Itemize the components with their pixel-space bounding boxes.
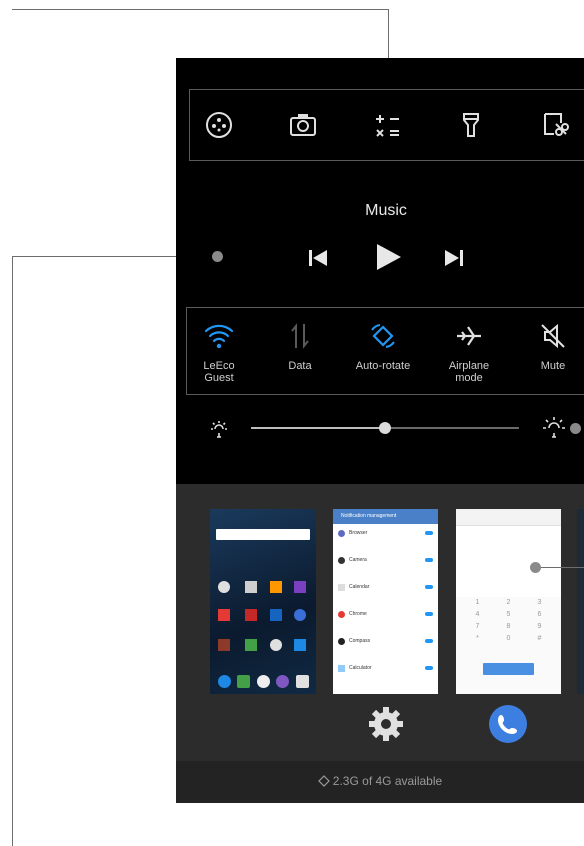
settings-gear-icon[interactable] bbox=[366, 704, 406, 744]
qs-mute-label: Mute bbox=[540, 360, 566, 372]
letv-app-icon bbox=[218, 609, 230, 621]
qs-data-label: Data bbox=[288, 360, 312, 372]
tools-app-icon bbox=[218, 639, 230, 651]
dial-call-button bbox=[483, 663, 534, 675]
mute-speaker-icon bbox=[541, 323, 565, 349]
wifi-icon bbox=[204, 324, 234, 349]
qs-auto-rotate-label: Auto-rotate bbox=[355, 360, 411, 372]
brightness-high-icon bbox=[543, 417, 565, 438]
airplane-icon bbox=[457, 326, 481, 346]
notif-app-title: Notification management bbox=[341, 513, 397, 519]
callout-dot-music bbox=[212, 251, 223, 262]
brightness-low-icon bbox=[211, 421, 227, 438]
dock-phone-icon bbox=[218, 675, 231, 688]
dial-key: 6 bbox=[537, 611, 542, 618]
dial-key: 2 bbox=[506, 599, 511, 606]
music-app-icon bbox=[294, 581, 306, 593]
dial-key: 4 bbox=[475, 611, 480, 618]
notif-row: Browser bbox=[338, 530, 433, 557]
notif-row: Calendar bbox=[338, 584, 433, 611]
notif-row: Compass bbox=[338, 638, 433, 665]
dial-key: 7 bbox=[475, 623, 480, 630]
clock-app-icon bbox=[218, 581, 230, 593]
qs-wifi[interactable]: LeEco Guest bbox=[184, 308, 254, 396]
dock-browser-icon bbox=[257, 675, 270, 688]
callout-line-recents bbox=[540, 567, 584, 568]
dial-key: * bbox=[476, 635, 479, 642]
storage-text: 2.3G of 4G available bbox=[332, 774, 443, 788]
storage-info: 2.3G of 4G available bbox=[176, 774, 584, 788]
notif-row: Chrome bbox=[338, 611, 433, 638]
settings-app-icon bbox=[270, 639, 282, 651]
calendar-app-icon bbox=[245, 581, 257, 593]
previous-track-icon[interactable] bbox=[306, 246, 330, 270]
dial-key: 1 bbox=[475, 599, 480, 606]
dock-app-icon bbox=[276, 675, 289, 688]
dial-key: 8 bbox=[506, 623, 511, 630]
quick-settings-panel: LeEco Guest Data Auto-rotate Airplane mode bbox=[186, 307, 584, 395]
gallery-app-icon bbox=[270, 581, 282, 593]
qs-mute[interactable]: Mute bbox=[518, 308, 584, 396]
brightness-slider-thumb[interactable] bbox=[379, 422, 391, 434]
recent-card-phone-dialer[interactable]: 1 2 3 4 5 6 7 8 9 * 0 # bbox=[456, 509, 561, 694]
recent-card-partial[interactable] bbox=[577, 509, 584, 694]
mobile-data-arrows-icon bbox=[291, 323, 309, 349]
dots-circle-icon[interactable] bbox=[204, 110, 234, 140]
callout-line-top-h bbox=[12, 9, 388, 10]
dialer-header bbox=[456, 509, 561, 526]
clean-memory-icon[interactable] bbox=[317, 775, 330, 787]
dial-key: 3 bbox=[537, 599, 542, 606]
videos-app-icon bbox=[294, 639, 306, 651]
brightness-slider-fill bbox=[251, 427, 385, 429]
dial-key: 0 bbox=[506, 635, 511, 642]
brightness-slider[interactable] bbox=[251, 422, 519, 434]
rotate-icon bbox=[371, 324, 395, 348]
qs-data[interactable]: Data bbox=[265, 308, 335, 396]
notif-row: Camera bbox=[338, 557, 433, 584]
recent-apps-area: Notification management Browser Camera C… bbox=[176, 484, 584, 761]
dock-camera-icon bbox=[296, 675, 309, 688]
phone-app-icon[interactable] bbox=[488, 704, 528, 744]
dial-key: # bbox=[537, 635, 542, 642]
recent-card-home[interactable] bbox=[210, 509, 316, 694]
dialer-keypad: 1 2 3 4 5 6 7 8 9 * 0 # bbox=[456, 597, 561, 694]
flashlight-icon[interactable] bbox=[456, 110, 486, 140]
control-center-screen: Music LeEco Guest Data Auto-rotate Airpl… bbox=[176, 58, 584, 803]
dock-messages-icon bbox=[237, 675, 250, 688]
qs-auto-rotate[interactable]: Auto-rotate bbox=[348, 308, 418, 396]
security-app-icon bbox=[294, 609, 306, 621]
music-title: Music bbox=[365, 202, 407, 219]
calculator-icon[interactable] bbox=[372, 110, 402, 140]
google-search-bar bbox=[216, 529, 310, 540]
quick-tools-bar bbox=[189, 89, 584, 161]
next-track-icon[interactable] bbox=[442, 246, 466, 270]
callout-dot-recents bbox=[530, 562, 541, 573]
qs-airplane[interactable]: Airplane mode bbox=[434, 308, 504, 396]
qs-airplane-label: Airplane mode bbox=[448, 360, 490, 384]
storage-bar: 2.3G of 4G available bbox=[176, 761, 584, 803]
play-store-app-icon bbox=[245, 639, 257, 651]
callout-line-left-v bbox=[12, 256, 13, 846]
themes-app-icon bbox=[270, 609, 282, 621]
play-icon[interactable] bbox=[373, 242, 403, 272]
notif-row: Calculator bbox=[338, 665, 433, 692]
recent-card-notification-management[interactable]: Notification management Browser Camera C… bbox=[333, 509, 438, 694]
notif-app-header: Notification management bbox=[333, 509, 438, 524]
dial-key: 5 bbox=[506, 611, 511, 618]
dial-key: 9 bbox=[537, 623, 542, 630]
lemall-app-icon bbox=[245, 609, 257, 621]
qs-wifi-label: LeEco Guest bbox=[203, 360, 235, 384]
callout-dot-brightness bbox=[570, 423, 581, 434]
camera-icon[interactable] bbox=[288, 110, 318, 140]
screenshot-scissors-icon[interactable] bbox=[540, 110, 570, 140]
